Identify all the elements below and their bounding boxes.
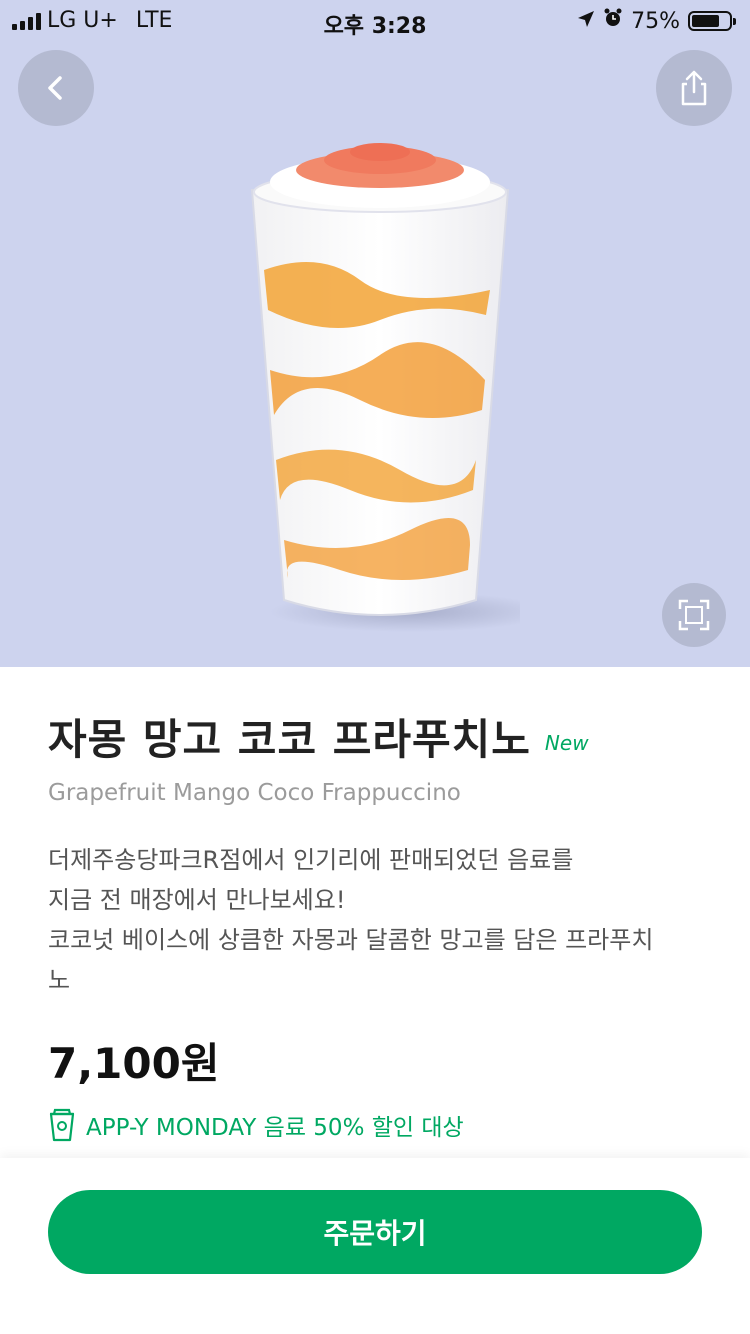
product-description: 더제주송당파크R점에서 인기리에 판매되었던 음료를 지금 전 매장에서 만나보… <box>48 840 708 1000</box>
product-title: 자몽 망고 코코 프라푸치노 <box>48 715 531 764</box>
back-button[interactable] <box>18 50 94 126</box>
battery-percent: 75% <box>631 8 680 34</box>
chevron-left-icon <box>48 76 62 100</box>
product-image-area: LG U+ LTE 오후 3:28 75% <box>0 0 750 667</box>
alarm-icon <box>603 8 623 34</box>
expand-icon <box>678 599 710 631</box>
product-title-row: 자몽 망고 코코 프라푸치노 New <box>48 706 589 767</box>
expand-image-button[interactable] <box>662 583 726 647</box>
battery-icon <box>688 11 736 31</box>
order-button[interactable]: 주문하기 <box>48 1190 702 1274</box>
cup-icon <box>49 1108 75 1142</box>
description-line: 더제주송당파크R점에서 인기리에 판매되었던 음료를 <box>48 846 574 874</box>
status-bar: LG U+ LTE 오후 3:28 75% <box>0 0 750 40</box>
share-icon <box>681 70 707 106</box>
promo-info: APP-Y MONDAY 음료 50% 할인 대상 <box>48 1108 464 1142</box>
description-line: 지금 전 매장에서 만나보세요! <box>48 886 346 914</box>
location-icon <box>577 9 595 34</box>
description-line: 코코넛 베이스에 상큼한 자몽과 달콤한 망고를 담은 프라푸치 <box>48 926 654 954</box>
promo-text: APP-Y MONDAY 음료 50% 할인 대상 <box>86 1115 464 1141</box>
product-english-name: Grapefruit Mango Coco Frappuccino <box>48 780 461 806</box>
product-price: 7,100원 <box>48 1039 220 1088</box>
drink-image <box>250 143 520 632</box>
new-badge: New <box>544 731 589 755</box>
share-button[interactable] <box>656 50 732 126</box>
description-line: 노 <box>48 966 71 994</box>
